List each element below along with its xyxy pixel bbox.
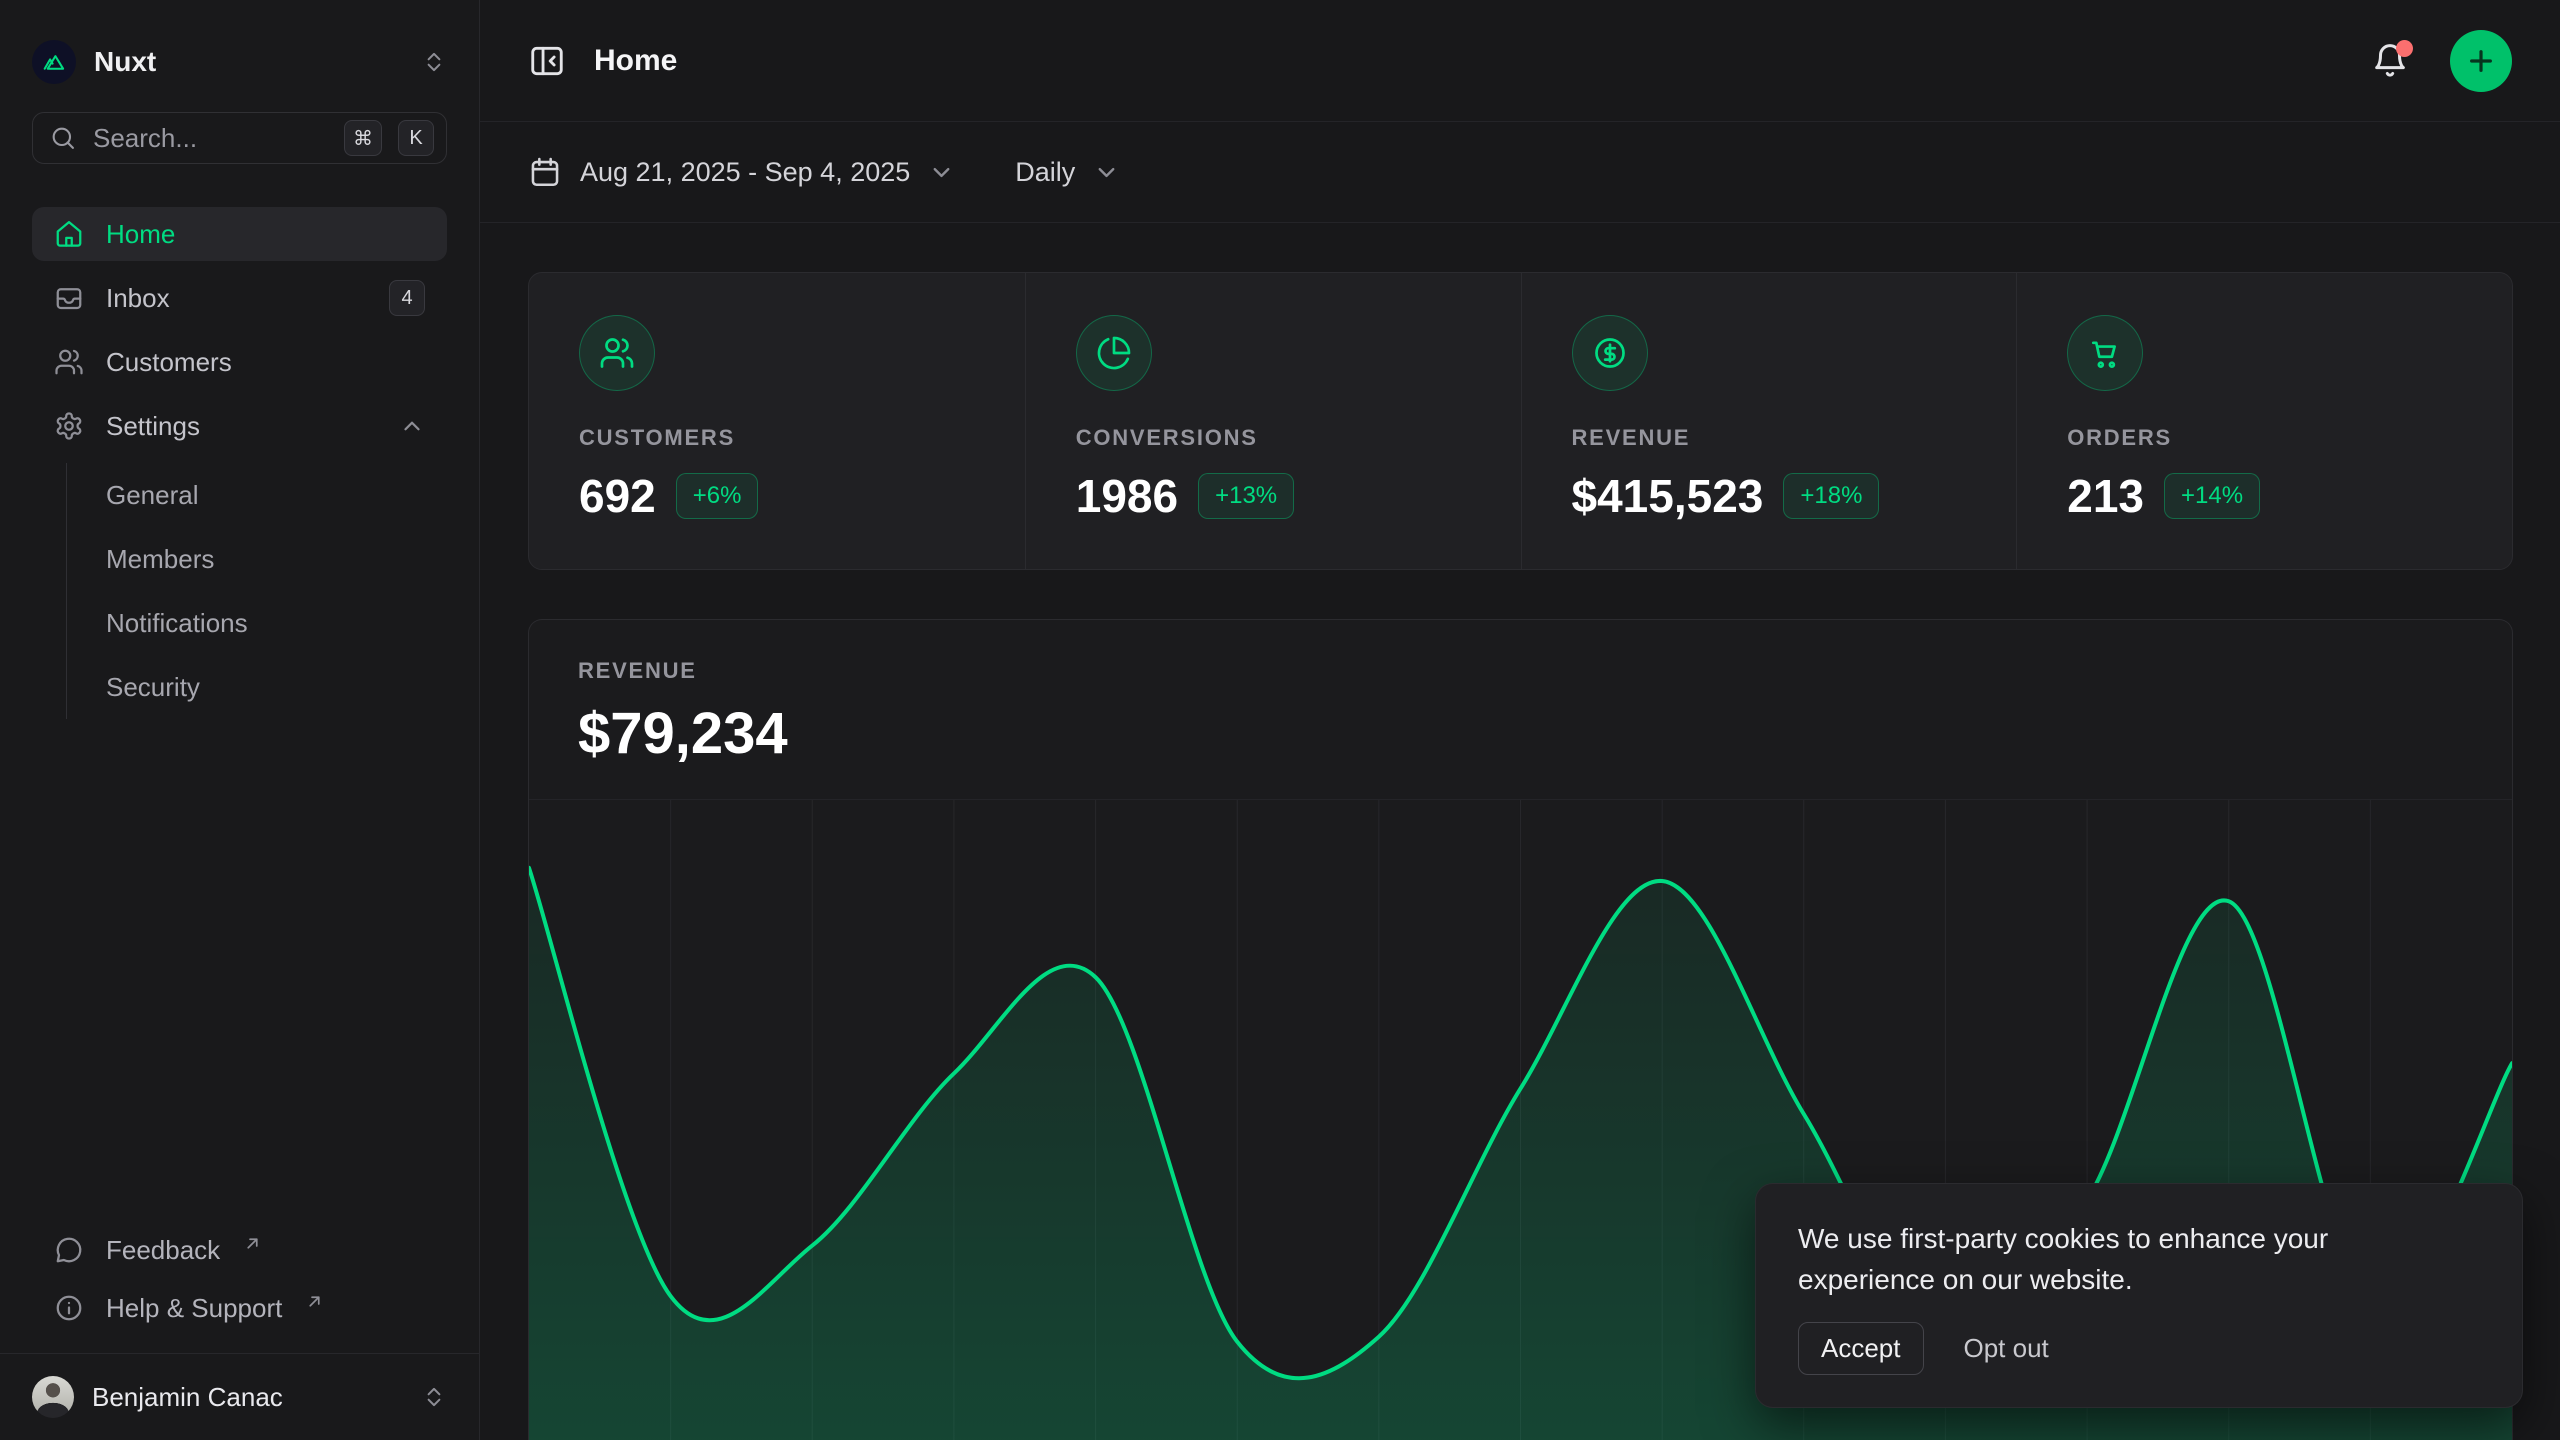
sidebar-item-label: Customers [106, 347, 232, 378]
sidebar-nav: Home Inbox 4 Customers Settings Ge [0, 164, 479, 727]
search-input[interactable] [93, 123, 328, 154]
chevron-up-icon [399, 413, 425, 439]
sidebar-item-label: Inbox [106, 283, 170, 314]
stat-card-revenue[interactable]: REVENUE $415,523 +18% [1521, 273, 2017, 569]
external-link-icon [244, 1235, 261, 1252]
cookie-accept-button[interactable]: Accept [1798, 1322, 1924, 1375]
gear-icon [54, 411, 84, 441]
sidebar-item-inbox[interactable]: Inbox 4 [32, 271, 447, 325]
home-icon [54, 219, 84, 249]
sub-item-label: Members [106, 544, 214, 575]
page-title: Home [594, 44, 677, 78]
avatar [32, 1376, 74, 1418]
sidebar-item-label: Home [106, 219, 175, 250]
sidebar-item-home[interactable]: Home [32, 207, 447, 261]
revenue-chart-label: REVENUE [578, 658, 2463, 684]
sidebar-item-general[interactable]: General [67, 463, 447, 527]
stat-delta-badge: +6% [676, 473, 759, 519]
search-icon [49, 124, 77, 152]
calendar-icon [528, 155, 562, 189]
granularity-value: Daily [1015, 157, 1075, 188]
stat-label: REVENUE [1572, 425, 1967, 451]
toolbar: Aug 21, 2025 - Sep 4, 2025 Daily [480, 122, 2560, 223]
settings-sub-list: General Members Notifications Security [66, 463, 447, 719]
cookie-actions: Accept Opt out [1798, 1322, 2480, 1375]
stat-card-orders[interactable]: ORDERS 213 +14% [2016, 273, 2512, 569]
sidebar-footer: Feedback Help & Support [0, 1221, 479, 1337]
sidebar-item-notifications[interactable]: Notifications [67, 591, 447, 655]
notification-dot [2396, 40, 2413, 57]
sidebar: Nuxt ⌘ K Home Inbox 4 [0, 0, 480, 1440]
stat-label: ORDERS [2067, 425, 2462, 451]
collapse-sidebar-icon[interactable] [528, 42, 566, 80]
add-button[interactable] [2450, 30, 2512, 92]
users-icon [54, 347, 84, 377]
external-link-icon [306, 1293, 323, 1310]
stat-value: 213 [2067, 469, 2144, 523]
stat-card-customers[interactable]: CUSTOMERS 692 +6% [529, 273, 1025, 569]
stat-value: 1986 [1076, 469, 1178, 523]
stats-panel: CUSTOMERS 692 +6% CONVERSIONS 1986 +13% [528, 272, 2513, 570]
stat-delta-badge: +13% [1198, 473, 1294, 519]
help-support-label: Help & Support [106, 1293, 282, 1324]
sub-item-label: Security [106, 672, 200, 703]
stat-card-conversions[interactable]: CONVERSIONS 1986 +13% [1025, 273, 1521, 569]
chevron-down-icon [1093, 159, 1120, 186]
granularity-select[interactable]: Daily [1015, 157, 1120, 188]
date-range-picker[interactable]: Aug 21, 2025 - Sep 4, 2025 [528, 155, 955, 189]
main-header: Home [480, 0, 2560, 122]
kbd-k: K [398, 120, 434, 156]
message-bubble-icon [54, 1235, 84, 1265]
stat-value: 692 [579, 469, 656, 523]
revenue-chart-header: REVENUE $79,234 [529, 620, 2512, 799]
chevrons-up-down-icon [421, 1384, 447, 1410]
stat-delta-badge: +18% [1783, 473, 1879, 519]
sub-item-label: General [106, 480, 199, 511]
sidebar-item-label: Settings [106, 411, 200, 442]
chevron-down-icon [928, 159, 955, 186]
sidebar-item-customers[interactable]: Customers [32, 335, 447, 389]
nuxt-logo-icon [32, 40, 76, 84]
user-name: Benjamin Canac [92, 1382, 283, 1413]
sidebar-item-members[interactable]: Members [67, 527, 447, 591]
pie-chart-icon [1076, 315, 1152, 391]
sidebar-item-settings[interactable]: Settings [32, 399, 447, 453]
date-range-value: Aug 21, 2025 - Sep 4, 2025 [580, 157, 910, 188]
chevrons-up-down-icon [421, 49, 447, 75]
cookie-banner: We use first-party cookies to enhance yo… [1755, 1183, 2523, 1408]
cookie-message: We use first-party cookies to enhance yo… [1798, 1218, 2448, 1300]
sidebar-spacer [0, 727, 479, 1221]
search-box[interactable]: ⌘ K [32, 112, 447, 164]
user-menu[interactable]: Benjamin Canac [0, 1353, 479, 1440]
kbd-cmd: ⌘ [344, 120, 382, 156]
stat-label: CONVERSIONS [1076, 425, 1471, 451]
app-name: Nuxt [94, 46, 156, 78]
stat-value: $415,523 [1572, 469, 1764, 523]
feedback-link[interactable]: Feedback [32, 1221, 447, 1279]
dollar-circle-icon [1572, 315, 1648, 391]
help-support-link[interactable]: Help & Support [32, 1279, 447, 1337]
notifications-bell-icon[interactable] [2370, 41, 2410, 81]
cookie-optout-button[interactable]: Opt out [1964, 1333, 2049, 1364]
revenue-chart-value: $79,234 [578, 700, 2463, 767]
feedback-label: Feedback [106, 1235, 220, 1266]
workspace-switcher[interactable]: Nuxt [0, 0, 479, 110]
header-actions [2370, 30, 2512, 92]
info-circle-icon [54, 1293, 84, 1323]
shopping-cart-icon [2067, 315, 2143, 391]
sub-item-label: Notifications [106, 608, 248, 639]
users-icon [579, 315, 655, 391]
stat-label: CUSTOMERS [579, 425, 975, 451]
sidebar-item-security[interactable]: Security [67, 655, 447, 719]
inbox-icon [54, 283, 84, 313]
plus-icon [2465, 45, 2497, 77]
inbox-count-badge: 4 [389, 280, 425, 316]
stat-delta-badge: +14% [2164, 473, 2260, 519]
